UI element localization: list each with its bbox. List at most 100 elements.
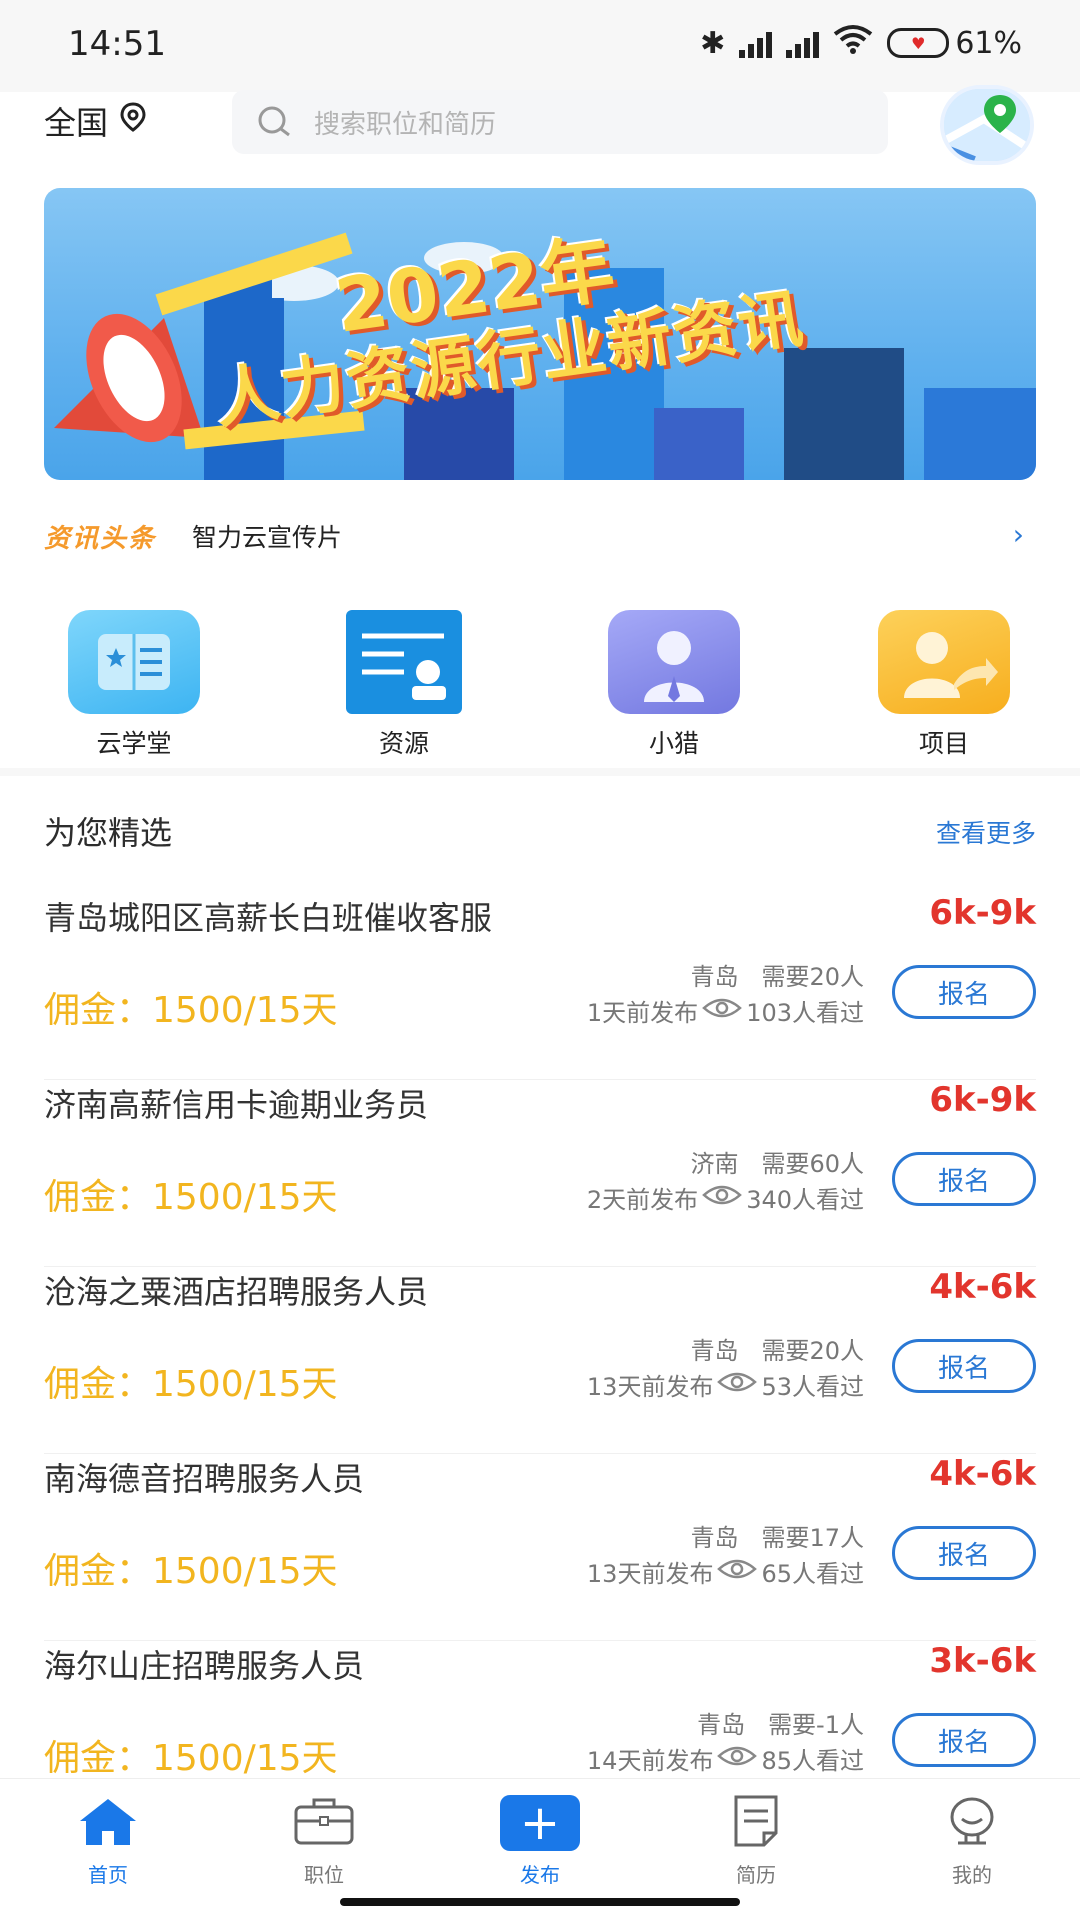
job-stats: 2天前发布 340人看过 (587, 1180, 864, 1215)
job-stats: 1天前发布 103人看过 (587, 993, 864, 1028)
quick-link-cloud-school[interactable]: 云学堂 (59, 610, 209, 760)
eye-icon (717, 1557, 758, 1587)
job-commission: 佣金：1500/15天 (44, 1364, 338, 1405)
section-divider (0, 768, 1080, 776)
battery-indicator: ♥ 61% (887, 26, 1022, 61)
job-posted: 14天前发布 (586, 1747, 714, 1775)
job-commission: 佣金：1500/15天 (44, 990, 338, 1031)
quick-link-hunter[interactable]: 小猎 (599, 610, 749, 760)
apply-button[interactable]: 报名 (892, 1339, 1036, 1393)
chevron-right-icon: › (1012, 518, 1024, 551)
region-label: 全国 (44, 104, 109, 142)
job-city: 青岛 (697, 1711, 746, 1739)
job-salary: 6k-9k (929, 893, 1036, 933)
job-card[interactable]: 海尔山庄招聘服务人员 3k-6k 佣金：1500/15天 青岛 需要-1人 14… (0, 1641, 1080, 1778)
news-tag: 资讯头条 (44, 523, 157, 554)
status-bar: 14:51 ✱ ♥ 61% (0, 0, 1080, 92)
quick-link-label: 资源 (378, 729, 429, 758)
tab-profile[interactable]: 我的 (912, 1795, 1032, 1888)
tab-label: 简历 (736, 1863, 776, 1887)
job-salary: 4k-6k (929, 1267, 1036, 1307)
status-time: 14:51 (68, 24, 166, 64)
job-location-need: 青岛 需要17人 (691, 1518, 864, 1553)
job-card[interactable]: 南海德音招聘服务人员 4k-6k 佣金：1500/15天 青岛 需要17人 13… (0, 1454, 1080, 1641)
tab-label: 我的 (952, 1863, 992, 1887)
quick-link-projects[interactable]: 项目 (869, 610, 1019, 760)
news-ticker[interactable]: 资讯头条 智力云宣传片 › (44, 516, 1036, 556)
resource-card-icon (346, 610, 462, 714)
job-city: 济南 (690, 1150, 739, 1178)
job-posted: 2天前发布 (586, 1186, 699, 1214)
job-location-need: 济南 需要60人 (691, 1144, 864, 1179)
quick-link-label: 云学堂 (96, 729, 172, 758)
job-city: 青岛 (690, 1524, 739, 1552)
briefcase-icon (292, 1798, 356, 1851)
job-views: 340人看过 (746, 1186, 864, 1214)
tab-label: 首页 (88, 1863, 128, 1887)
battery-level: 61% (955, 25, 1022, 61)
quick-link-label: 小猎 (648, 729, 699, 758)
tab-publish[interactable]: + 发布 (480, 1795, 600, 1888)
heart-icon: ♥ (887, 28, 950, 58)
job-salary: 6k-9k (929, 1080, 1036, 1120)
job-title: 海尔山庄招聘服务人员 (44, 1647, 365, 1685)
job-need: 需要60人 (761, 1150, 864, 1178)
job-need: 需要-1人 (768, 1711, 864, 1739)
home-indicator[interactable] (340, 1898, 740, 1906)
job-commission: 佣金：1500/15天 (44, 1551, 338, 1592)
book-icon (68, 610, 200, 714)
job-location-need: 青岛 需要20人 (691, 1331, 864, 1366)
apply-button[interactable]: 报名 (892, 965, 1036, 1019)
job-need: 需要17人 (761, 1524, 864, 1552)
map-icon[interactable] (940, 85, 1034, 165)
job-posted: 1天前发布 (586, 999, 699, 1027)
quick-link-label: 项目 (918, 729, 969, 758)
section-title: 为您精选 (44, 814, 173, 852)
tab-resume[interactable]: 简历 (696, 1795, 816, 1888)
job-title: 济南高薪信用卡逾期业务员 (44, 1086, 429, 1124)
job-city: 青岛 (690, 963, 739, 991)
job-salary: 3k-6k (929, 1641, 1036, 1681)
job-city: 青岛 (690, 1337, 739, 1365)
job-posted: 13天前发布 (586, 1373, 714, 1401)
news-headline: 智力云宣传片 (192, 523, 343, 552)
job-title: 青岛城阳区高薪长白班催收客服 (44, 899, 493, 937)
job-title: 南海德音招聘服务人员 (44, 1460, 365, 1498)
section-header: 为您精选 查看更多 (44, 808, 1036, 858)
project-share-icon (878, 610, 1010, 714)
job-commission: 佣金：1500/15天 (44, 1738, 338, 1778)
person-icon (608, 610, 740, 714)
profile-icon (940, 1797, 1004, 1851)
job-card[interactable]: 沧海之粟酒店招聘服务人员 4k-6k 佣金：1500/15天 青岛 需要20人 … (0, 1267, 1080, 1454)
search-icon (254, 102, 294, 142)
search-bar[interactable]: 搜索职位和简历 (232, 90, 888, 154)
tab-label: 职位 (304, 1863, 344, 1887)
location-pin-icon (120, 102, 146, 140)
job-salary: 4k-6k (929, 1454, 1036, 1494)
quick-link-resources[interactable]: 资源 (329, 610, 479, 760)
job-location-need: 青岛 需要-1人 (697, 1705, 864, 1740)
job-views: 85人看过 (761, 1747, 864, 1775)
tab-label: 发布 (520, 1863, 560, 1887)
job-stats: 13天前发布 65人看过 (587, 1554, 864, 1589)
quick-links: 云学堂 资源 小猎 项目 (0, 610, 1080, 760)
tab-home[interactable]: 首页 (48, 1795, 168, 1888)
job-stats: 14天前发布 85人看过 (587, 1741, 864, 1776)
job-card[interactable]: 济南高薪信用卡逾期业务员 6k-9k 佣金：1500/15天 济南 需要60人 … (0, 1080, 1080, 1267)
apply-button[interactable]: 报名 (892, 1713, 1036, 1767)
view-more-link[interactable]: 查看更多 (936, 814, 1036, 850)
job-card[interactable]: 青岛城阳区高薪长白班催收客服 6k-9k 佣金：1500/15天 青岛 需要20… (0, 893, 1080, 1080)
job-title: 沧海之粟酒店招聘服务人员 (44, 1273, 429, 1311)
apply-button[interactable]: 报名 (892, 1152, 1036, 1206)
wifi-icon (833, 24, 873, 62)
eye-icon (702, 1183, 743, 1213)
job-need: 需要20人 (761, 963, 864, 991)
eye-icon (717, 1370, 758, 1400)
tab-jobs[interactable]: 职位 (264, 1795, 384, 1888)
header: 全国 搜索职位和简历 (0, 80, 1080, 165)
region-selector[interactable]: 全国 (44, 98, 146, 144)
job-views: 53人看过 (761, 1373, 864, 1401)
bluetooth-icon: ✱ (700, 25, 726, 61)
apply-button[interactable]: 报名 (892, 1526, 1036, 1580)
promo-banner[interactable]: 2022年 人力资源行业新资讯 (44, 188, 1036, 480)
